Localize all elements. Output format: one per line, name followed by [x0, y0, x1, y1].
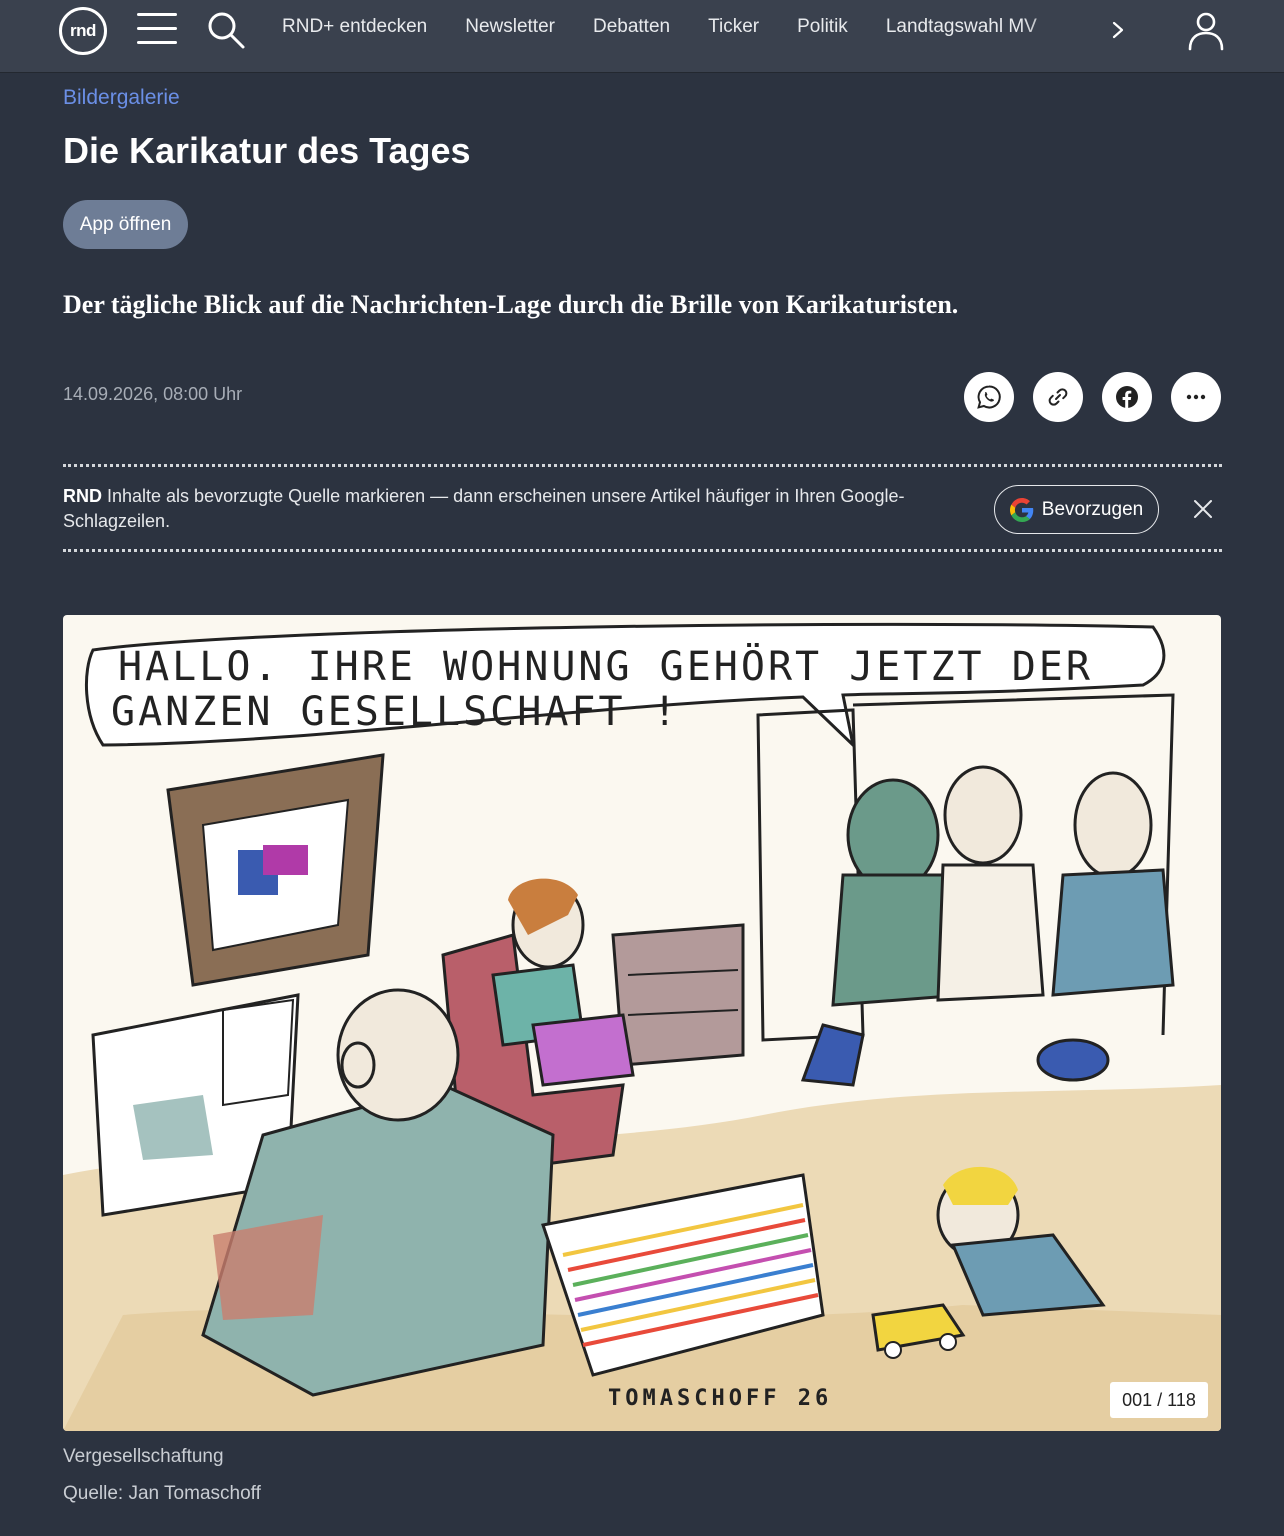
nav-item-ticker[interactable]: Ticker — [708, 16, 759, 44]
artist-signature: TOMASCHOFF 26 — [608, 1386, 832, 1411]
link-icon — [1048, 388, 1068, 406]
speech-line-2: GANZEN GESELLSCHAFT ! — [111, 689, 680, 735]
main-nav: RND+ entdecken Newsletter Debatten Ticke… — [282, 16, 1082, 44]
logo-text: rnd — [70, 21, 96, 40]
more-icon — [1186, 394, 1206, 400]
hamburger-menu-icon[interactable] — [137, 13, 177, 47]
nav-item-debatten[interactable]: Debatten — [593, 16, 670, 44]
share-more-button[interactable] — [1171, 372, 1221, 422]
nav-item-newsletter[interactable]: Newsletter — [465, 16, 555, 44]
preferred-source-text: RND Inhalte als bevorzugte Quelle markie… — [63, 484, 953, 534]
preferred-source-brand: RND — [63, 486, 102, 506]
nav-item-rnd-plus[interactable]: RND+ entdecken — [282, 16, 427, 44]
share-facebook-button[interactable] — [1102, 372, 1152, 422]
facebook-icon — [1116, 386, 1138, 408]
gallery-counter: 001 / 118 — [1110, 1382, 1208, 1418]
cartoon-illustration: HALLO. IHRE WOHNUNG GEHÖRT JETZT DER GAN… — [63, 622, 1221, 1431]
image-caption: Vergesellschaftung — [63, 1446, 224, 1467]
whatsapp-icon — [977, 385, 1001, 409]
kicker-label[interactable]: Bildergalerie — [63, 86, 180, 110]
open-app-button[interactable]: App öffnen — [63, 200, 188, 249]
publish-date: 14.09.2026, 08:00 Uhr — [63, 384, 243, 404]
user-account-icon[interactable] — [1184, 9, 1228, 53]
nav-item-landtagswahl-mv[interactable]: Landtagswahl MV — [886, 16, 1037, 44]
image-source: Quelle: Jan Tomaschoff — [63, 1483, 261, 1504]
divider-top — [63, 464, 1222, 467]
divider-bottom — [63, 549, 1222, 552]
preferred-source-message: Inhalte als bevorzugte Quelle markieren … — [63, 486, 905, 531]
share-whatsapp-button[interactable] — [964, 372, 1014, 422]
nav-fade — [1020, 10, 1090, 50]
prefer-source-button[interactable]: Bevorzugen — [994, 485, 1159, 534]
nav-item-politik[interactable]: Politik — [797, 16, 848, 44]
top-navigation-bar: rnd RND+ entdecken Newsletter Debatten T… — [0, 0, 1284, 73]
page-title: Die Karikatur des Tages — [63, 130, 471, 171]
prefer-source-label: Bevorzugen — [1041, 498, 1144, 520]
share-link-button[interactable] — [1033, 372, 1083, 422]
search-icon[interactable] — [206, 10, 246, 50]
close-icon[interactable] — [1190, 496, 1216, 522]
gallery-image[interactable]: HALLO. IHRE WOHNUNG GEHÖRT JETZT DER GAN… — [63, 615, 1221, 1431]
speech-line-1: HALLO. IHRE WOHNUNG GEHÖRT JETZT DER — [118, 642, 1093, 690]
article-teaser: Der tägliche Blick auf die Nachrichten-L… — [63, 290, 959, 319]
chevron-right-icon[interactable] — [1105, 15, 1131, 45]
google-icon — [1009, 497, 1034, 522]
rnd-logo[interactable]: rnd — [59, 7, 107, 55]
